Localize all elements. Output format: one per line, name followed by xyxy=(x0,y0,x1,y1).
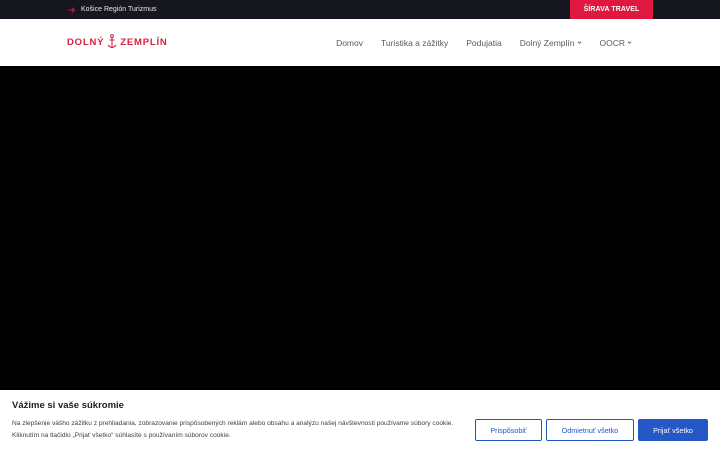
logo-text-left: DOLNÝ xyxy=(67,36,105,48)
site-logo[interactable]: DOLNÝ ZEMPLÍN xyxy=(67,34,168,50)
region-link[interactable]: Košice Región Turizmus xyxy=(68,0,156,19)
nav-item-label: Turistika a zážitky xyxy=(381,37,449,48)
chevron-down-icon xyxy=(627,41,632,44)
main-nav: Domov Turistika a zážitky Podujatia Doln… xyxy=(336,19,632,66)
accept-all-button[interactable]: Prijať všetko xyxy=(638,419,708,441)
customize-button[interactable]: Prispôsobiť xyxy=(475,419,542,441)
cookie-title: Vážime si vaše súkromie xyxy=(12,400,124,411)
region-link-label: Košice Región Turizmus xyxy=(81,6,157,13)
sirava-travel-button[interactable]: ŠÍRAVA TRAVEL xyxy=(570,0,653,19)
anchor-icon xyxy=(107,34,117,49)
cookie-consent-banner: Vážime si vaše súkromie Na zlepšenie váš… xyxy=(0,390,720,450)
nav-item-label: Domov xyxy=(336,37,363,48)
logo-text-right: ZEMPLÍN xyxy=(120,36,168,48)
cookie-description: Na zlepšenie vášho zážitku z prehliadani… xyxy=(12,420,454,439)
nav-item-label: OOCR xyxy=(599,37,626,48)
nav-item-podujatia[interactable]: Podujatia xyxy=(466,38,501,48)
nav-item-label: Podujatia xyxy=(466,37,502,48)
nav-item-domov[interactable]: Domov xyxy=(336,38,363,48)
top-bar: Košice Región Turizmus ŠÍRAVA TRAVEL xyxy=(0,0,720,19)
reject-all-button[interactable]: Odmietnuť všetko xyxy=(546,419,634,441)
nav-item-dolny-zemplin[interactable]: Dolný Zemplín xyxy=(520,38,582,48)
arrow-right-icon xyxy=(68,6,76,13)
hero-video[interactable] xyxy=(0,66,720,390)
nav-item-label: Dolný Zemplín xyxy=(519,37,575,48)
nav-item-oocr[interactable]: OOCR xyxy=(600,38,633,48)
site-header: DOLNÝ ZEMPLÍN Domov Turistika a zážitky … xyxy=(0,19,720,66)
chevron-down-icon xyxy=(577,41,581,44)
nav-item-turistika[interactable]: Turistika a zážitky xyxy=(381,38,448,48)
